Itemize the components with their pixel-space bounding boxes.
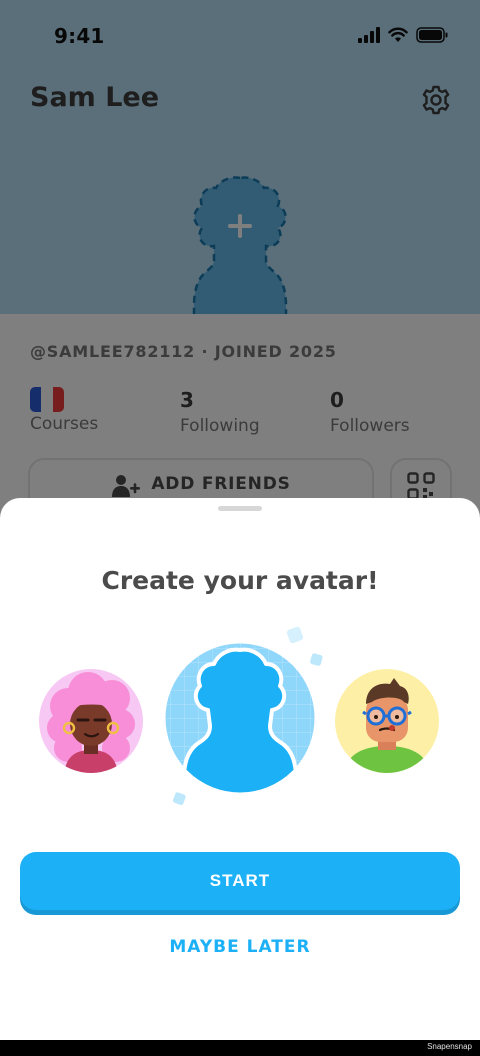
sample-avatar-pink-hair [39, 669, 143, 773]
watermark: Snapensnap [427, 1042, 472, 1051]
screen: 9:41 Sam Lee [0, 0, 480, 1040]
avatar-placeholder-icon [162, 626, 323, 805]
avatar-bottom-sheet: Create your avatar! START MAYBE LATER [0, 498, 480, 1040]
maybe-later-button[interactable]: MAYBE LATER [140, 930, 340, 964]
sheet-title: Create your avatar! [101, 566, 379, 595]
start-button[interactable]: START [20, 852, 460, 910]
footer-bar: Snapensnap [0, 1040, 480, 1056]
start-label: START [209, 871, 271, 890]
sample-avatar-glasses-man [335, 669, 439, 773]
sheet-drag-handle[interactable] [218, 506, 262, 511]
maybe-later-label: MAYBE LATER [169, 937, 311, 957]
